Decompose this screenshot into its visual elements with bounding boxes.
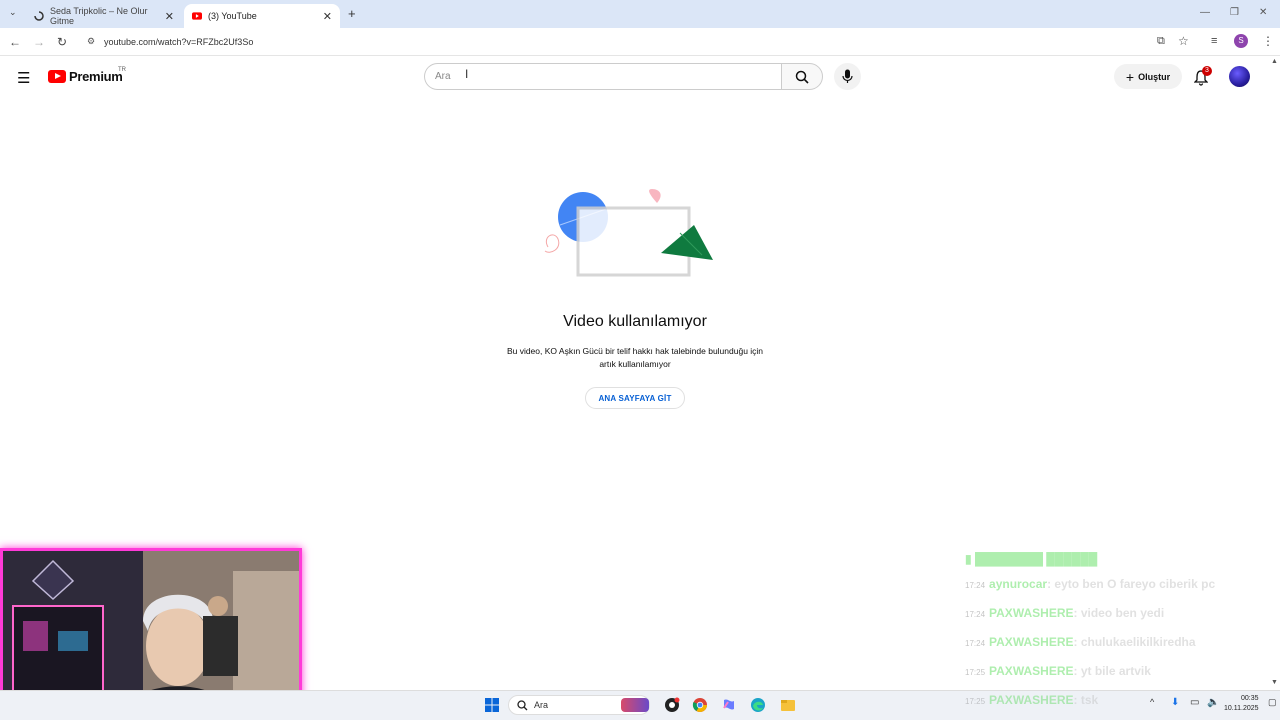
notification-badge: 3 bbox=[1202, 66, 1212, 76]
tab-title: (3) YouTube bbox=[208, 11, 257, 21]
tab-list-chevron-icon[interactable]: ⌄ bbox=[9, 7, 17, 18]
copilot-icon[interactable] bbox=[721, 697, 737, 713]
file-explorer-icon[interactable] bbox=[780, 697, 796, 713]
clock-time: 00:35 bbox=[1240, 695, 1259, 702]
youtube-play-icon bbox=[48, 70, 66, 83]
volume-icon[interactable]: 🔈 bbox=[1207, 697, 1219, 708]
chat-message: 17:25 PAXWASHERE: yt bile artvik bbox=[965, 664, 1151, 678]
clock-date: 10.11.2025 bbox=[1224, 705, 1259, 712]
hamburger-menu-icon[interactable]: ☰ bbox=[17, 69, 30, 87]
unavailable-title: Video kullanılamıyor bbox=[563, 313, 707, 330]
forward-icon[interactable]: → bbox=[33, 35, 45, 49]
search-button[interactable] bbox=[781, 63, 823, 90]
search-highlight-icon bbox=[621, 698, 649, 712]
chat-message: 17:24 aynurocar: eyto ben O fareyo ciberi… bbox=[965, 577, 1216, 591]
region-code: TR bbox=[118, 67, 126, 73]
chat-message: ▮ ████████ ██████ bbox=[965, 552, 1098, 566]
taskbar-search-label: Ara bbox=[534, 700, 549, 710]
youtube-premium-logo[interactable]: Premium bbox=[48, 69, 123, 84]
notification-center-icon[interactable]: ▢ bbox=[1268, 697, 1277, 708]
spinner-icon bbox=[34, 11, 44, 21]
windows-start-icon[interactable] bbox=[484, 697, 500, 713]
voice-search-button[interactable] bbox=[834, 63, 861, 90]
scroll-up-icon[interactable]: ▲ bbox=[1271, 58, 1278, 65]
search-icon bbox=[795, 70, 809, 84]
text-cursor-icon: I bbox=[465, 67, 469, 81]
new-tab-icon[interactable]: + bbox=[348, 6, 356, 21]
taskbar-clock[interactable]: 00:35 10.11.2025 bbox=[1224, 694, 1259, 714]
reload-icon[interactable]: ↻ bbox=[57, 35, 67, 49]
create-button[interactable]: + Oluştur bbox=[1114, 64, 1182, 89]
notifications-button[interactable]: 3 bbox=[1192, 66, 1212, 88]
profile-avatar[interactable]: S bbox=[1234, 34, 1248, 48]
unavailable-illustration bbox=[544, 189, 713, 277]
browser-tab-strip: ⌄ Seda Tripkolic – Ne Olur Gitme ✕ (3) Y… bbox=[0, 0, 1280, 28]
tab-title: Seda Tripkolic – Ne Olur Gitme bbox=[50, 6, 148, 26]
close-window-icon[interactable]: ✕ bbox=[1259, 7, 1267, 18]
site-info-icon[interactable]: ⚙ bbox=[87, 36, 95, 47]
chat-message: 17:24 PAXWASHERE: video ben yedi bbox=[965, 606, 1165, 620]
address-bar[interactable]: youtube.com/watch?v=RFZbc2Uf3So bbox=[104, 37, 253, 47]
bookmark-star-icon[interactable]: ☆ bbox=[1178, 34, 1189, 48]
chat-message: 17:25 PAXWASHERE: tsk bbox=[965, 693, 1099, 707]
restore-icon[interactable]: ❐ bbox=[1230, 7, 1239, 18]
tab-youtube[interactable]: (3) YouTube ✕ bbox=[184, 4, 340, 28]
media-control-icon[interactable]: ≡ bbox=[1211, 35, 1217, 47]
chat-message: 17:24 PAXWASHERE: chulukaelikilkiredha bbox=[965, 635, 1196, 649]
minimize-icon[interactable]: — bbox=[1200, 7, 1210, 18]
chrome-icon[interactable] bbox=[692, 697, 708, 713]
edge-icon[interactable] bbox=[750, 697, 766, 713]
plus-icon: + bbox=[1125, 68, 1135, 85]
close-tab-icon[interactable]: ✕ bbox=[323, 10, 332, 23]
tray-chevron-icon[interactable]: ^ bbox=[1150, 697, 1154, 707]
obs-icon[interactable] bbox=[664, 697, 680, 713]
microphone-icon bbox=[842, 69, 853, 83]
back-icon[interactable]: ← bbox=[9, 35, 21, 49]
youtube-icon bbox=[192, 11, 202, 21]
tab-music[interactable]: Seda Tripkolic – Ne Olur Gitme ✕ bbox=[26, 4, 182, 28]
install-app-icon[interactable]: ⧉ bbox=[1157, 35, 1165, 48]
scroll-down-icon[interactable]: ▼ bbox=[1271, 679, 1278, 686]
browser-menu-icon[interactable]: ⋮ bbox=[1262, 34, 1274, 48]
tray-app-icon[interactable]: ⬇ bbox=[1171, 697, 1179, 708]
taskbar-search[interactable]: Ara bbox=[508, 695, 650, 715]
go-home-button[interactable]: ANA SAYFAYA GİT bbox=[585, 387, 685, 409]
logo-text: Premium bbox=[69, 69, 123, 84]
search-icon bbox=[517, 700, 528, 711]
account-avatar[interactable] bbox=[1229, 66, 1250, 87]
search-input[interactable]: Ara bbox=[435, 71, 451, 82]
close-tab-icon[interactable]: ✕ bbox=[165, 10, 174, 23]
unavailable-description: Bu video, KO Aşkın Gücü bir telif hakkı … bbox=[506, 346, 764, 369]
search-box[interactable]: Ara I bbox=[424, 63, 782, 90]
create-label: Oluştur bbox=[1138, 71, 1171, 82]
network-icon[interactable]: ▭ bbox=[1190, 697, 1199, 708]
